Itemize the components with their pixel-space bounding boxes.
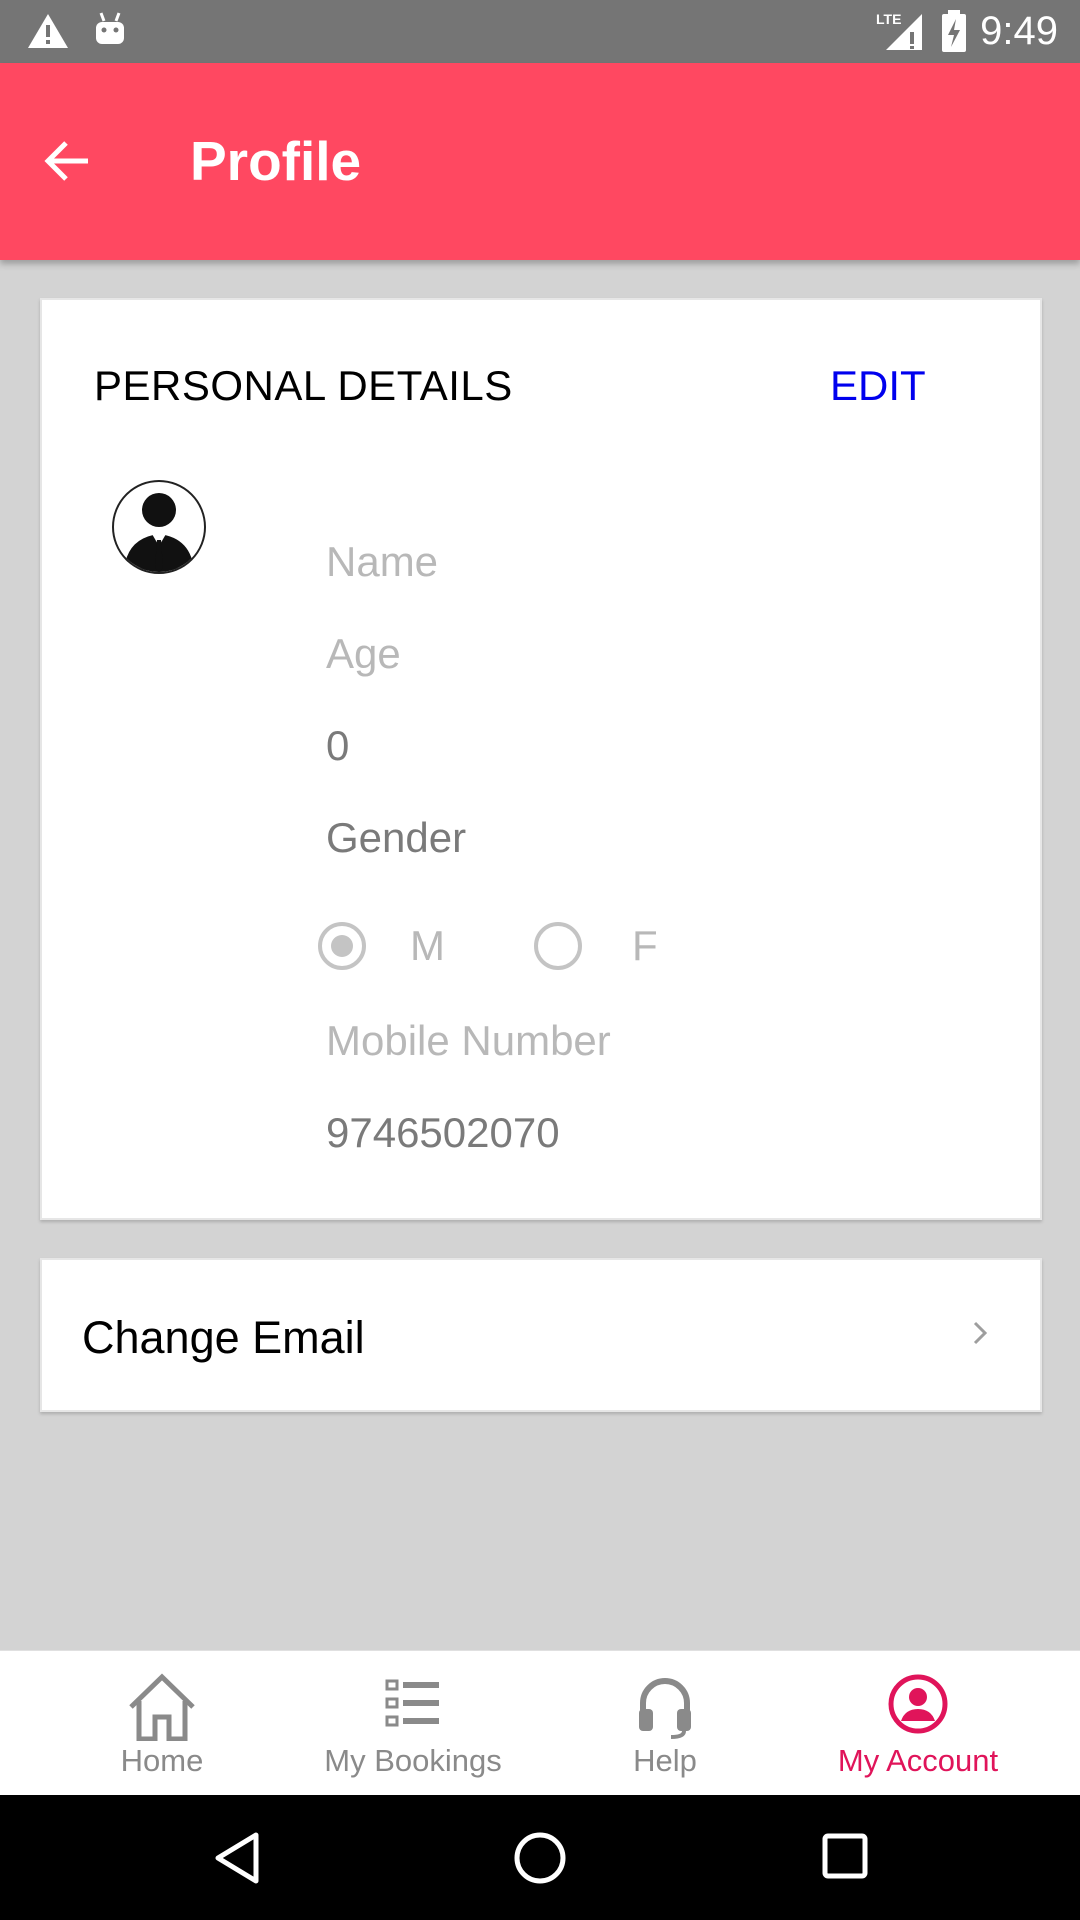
lte-signal-icon: LTE bbox=[872, 10, 926, 59]
arrow-back-icon[interactable] bbox=[42, 135, 94, 192]
edit-button[interactable]: EDIT bbox=[830, 362, 926, 410]
name-field[interactable]: Name bbox=[326, 537, 438, 587]
nav-item-my-bookings[interactable]: My Bookings bbox=[288, 1651, 538, 1796]
page-title: Profile bbox=[190, 130, 362, 192]
nav-item-my-account[interactable]: My Account bbox=[793, 1651, 1043, 1796]
gender-radio-group: M F bbox=[314, 918, 714, 978]
home-circle-icon[interactable] bbox=[513, 1831, 567, 1890]
nav-item-help[interactable]: Help bbox=[540, 1651, 790, 1796]
bottom-navigation: Home My Bookings Help My Account bbox=[0, 1650, 1080, 1796]
person-avatar-icon[interactable] bbox=[112, 480, 206, 574]
nav-label-home: Home bbox=[120, 1743, 204, 1778]
age-field[interactable]: 0 bbox=[326, 721, 349, 771]
chevron-right-icon bbox=[970, 1318, 990, 1353]
app-bar: Profile bbox=[0, 63, 1080, 260]
headset-icon bbox=[540, 1673, 790, 1741]
battery-charging-icon bbox=[940, 10, 968, 59]
nav-label-my-bookings: My Bookings bbox=[324, 1743, 502, 1778]
gender-label-m: M bbox=[410, 922, 445, 969]
gender-radio-m[interactable] bbox=[318, 922, 366, 970]
lte-label: LTE bbox=[876, 11, 901, 27]
account-circle-icon bbox=[793, 1673, 1043, 1741]
gender-radio-f[interactable] bbox=[534, 922, 582, 970]
home-icon bbox=[37, 1673, 287, 1742]
recents-square-icon[interactable] bbox=[820, 1831, 870, 1886]
mobile-number-field[interactable]: 9746502070 bbox=[326, 1108, 560, 1158]
gender-label-f: F bbox=[632, 922, 658, 969]
age-field-label: Age bbox=[326, 630, 401, 677]
change-email-label: Change Email bbox=[82, 1312, 365, 1363]
nav-item-home[interactable]: Home bbox=[37, 1651, 287, 1796]
status-bar: LTE 9:49 bbox=[0, 0, 1080, 63]
android-icon bbox=[92, 10, 128, 53]
list-icon bbox=[288, 1673, 538, 1741]
warning-icon bbox=[26, 12, 70, 55]
clock: 9:49 bbox=[980, 9, 1058, 53]
mobile-number-label: Mobile Number bbox=[326, 1017, 611, 1064]
nav-label-my-account: My Account bbox=[837, 1743, 999, 1778]
back-triangle-icon[interactable] bbox=[212, 1831, 262, 1890]
section-heading: PERSONAL DETAILS bbox=[94, 362, 513, 409]
nav-label-help: Help bbox=[633, 1743, 697, 1778]
system-navigation-bar bbox=[0, 1795, 1080, 1920]
gender-label: Gender bbox=[326, 814, 467, 861]
change-email-row[interactable]: Change Email bbox=[40, 1258, 1042, 1412]
personal-details-card: PERSONAL DETAILS EDIT Name Age 0 Gender … bbox=[40, 298, 1042, 1220]
